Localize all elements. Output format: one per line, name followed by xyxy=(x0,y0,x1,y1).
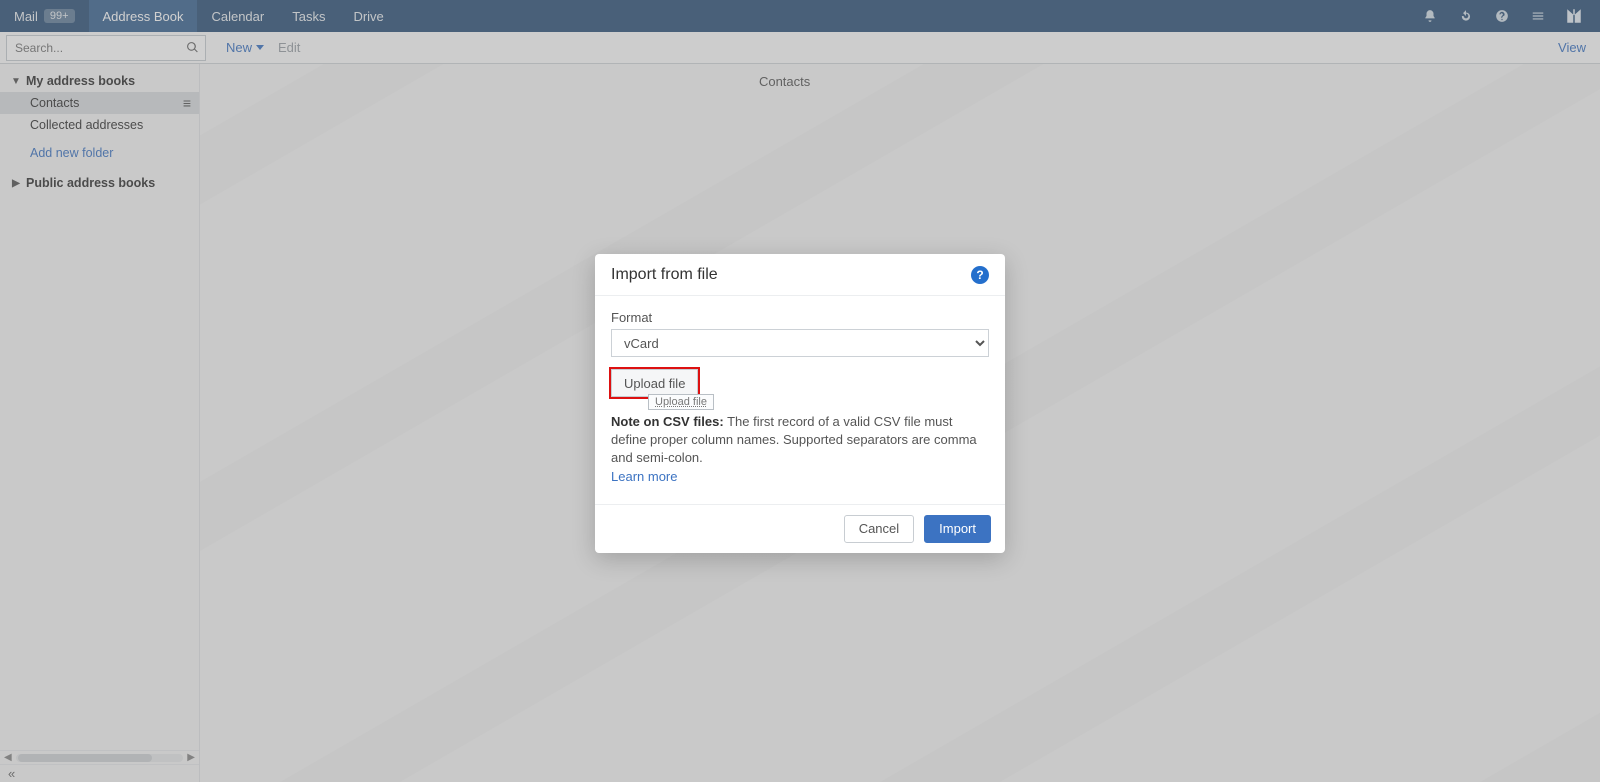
import-button[interactable]: Import xyxy=(924,515,991,543)
learn-more-link[interactable]: Learn more xyxy=(611,469,677,484)
format-label: Format xyxy=(611,310,989,325)
modal-title: Import from file xyxy=(611,266,718,284)
cancel-button[interactable]: Cancel xyxy=(844,515,914,543)
upload-tooltip: Upload file xyxy=(648,394,714,410)
format-select[interactable]: vCard xyxy=(611,329,989,357)
modal-header: Import from file ? xyxy=(595,254,1005,296)
csv-note: Note on CSV files: The first record of a… xyxy=(611,413,989,486)
upload-file-button[interactable]: Upload file xyxy=(611,369,698,397)
modal-footer: Cancel Import xyxy=(595,504,1005,553)
csv-note-prefix: Note on CSV files: xyxy=(611,414,724,429)
modal-help-icon[interactable]: ? xyxy=(971,266,989,284)
modal-overlay: Import from file ? Format vCard Upload f… xyxy=(0,0,1600,782)
